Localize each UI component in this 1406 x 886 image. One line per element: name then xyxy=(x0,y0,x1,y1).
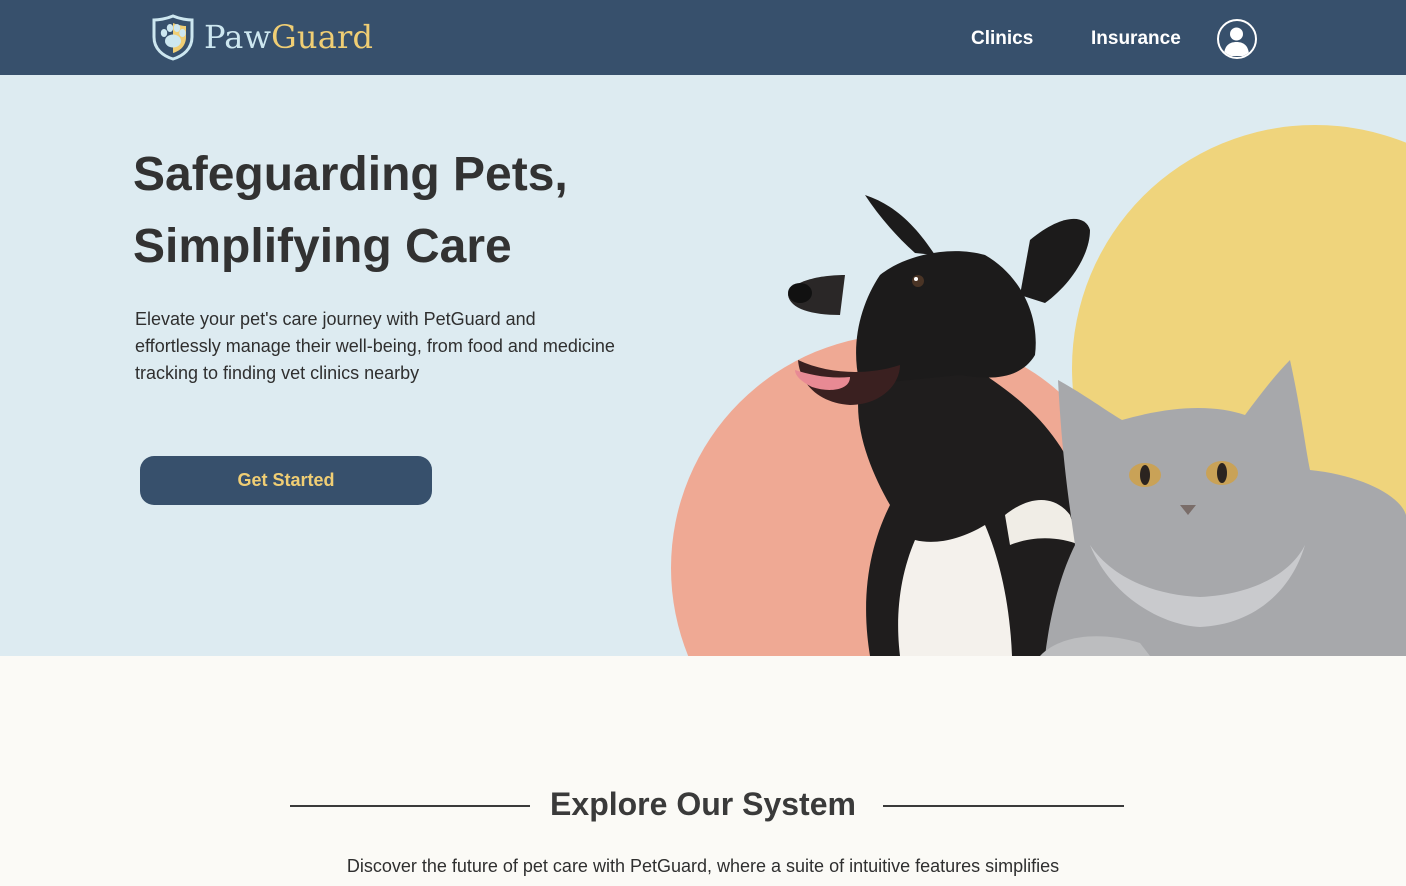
hero-subtitle: Elevate your pet's care journey with Pet… xyxy=(135,309,615,383)
explore-description: Discover the future of pet care with Pet… xyxy=(346,856,1060,876)
nav-link-insurance[interactable]: Insurance xyxy=(1091,28,1181,50)
user-circle-icon xyxy=(1224,27,1249,56)
page: PawGuard Clinics Insurance Safeguarding … xyxy=(0,0,1406,886)
nav-link-clinics[interactable]: Clinics xyxy=(971,28,1033,50)
account-button[interactable] xyxy=(1217,19,1257,59)
brand-name-part1: Paw xyxy=(204,18,272,56)
hero-title-line1: Safeguarding Pets, xyxy=(133,148,568,201)
brand-name: PawGuard xyxy=(204,18,373,56)
hero-title-line2: Simplifying Care xyxy=(133,220,512,273)
divider-right xyxy=(883,805,1124,807)
brand[interactable]: PawGuard xyxy=(150,12,373,62)
brand-name-part2: Guard xyxy=(271,18,374,56)
top-navbar: PawGuard Clinics Insurance xyxy=(0,0,1406,75)
explore-title: Explore Our System xyxy=(550,786,856,822)
get-started-button[interactable]: Get Started xyxy=(140,456,432,505)
hero-section: Safeguarding Pets, Simplifying Care Elev… xyxy=(0,75,1406,656)
hero-title: Safeguarding Pets, Simplifying Care xyxy=(133,139,693,283)
paw-shield-logo-icon xyxy=(152,14,194,61)
